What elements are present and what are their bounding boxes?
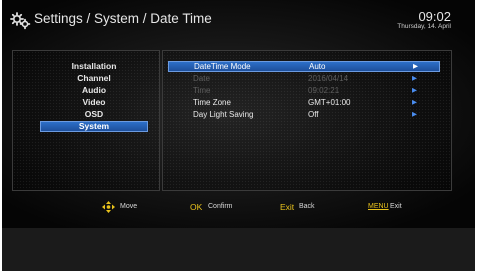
menu-item-system[interactable]: System	[40, 121, 148, 132]
hint-move: Move	[120, 203, 138, 210]
tv-screen: Settings / System / Date Time 09:02 Thur…	[2, 0, 475, 228]
setting-value: Off	[308, 110, 319, 119]
arrow-right-icon: ▶	[412, 87, 417, 94]
setting-value: 09:02:21	[308, 86, 340, 95]
hint-bar: Move OK Confirm Exit Back MENU Exit	[12, 199, 452, 217]
arrow-right-icon: ▶	[413, 63, 418, 70]
setting-label: Day Light Saving	[193, 110, 254, 119]
clock-time: 09:02	[418, 9, 451, 24]
menu-item-video[interactable]: Video	[40, 97, 148, 108]
setting-label: Date	[193, 74, 210, 83]
dpad-icon	[102, 201, 115, 215]
settings-gears-icon	[10, 12, 32, 30]
setting-value: 2016/04/14	[308, 74, 349, 83]
ok-key-label: OK	[190, 202, 203, 212]
setting-value: Auto	[309, 62, 326, 71]
arrow-right-icon: ▶	[412, 111, 417, 118]
clock-date: Thursday, 14. April	[397, 23, 451, 30]
setting-row-datetime-mode[interactable]: DateTime Mode Auto ▶	[168, 61, 440, 72]
setting-label: Time Zone	[193, 98, 231, 107]
menu-item-osd[interactable]: OSD	[40, 109, 148, 120]
setting-row-date: Date 2016/04/14 ▶	[168, 73, 440, 84]
setting-row-time-zone[interactable]: Time Zone GMT+01:00 ▶	[168, 97, 440, 108]
hint-exit: Exit	[390, 203, 402, 210]
setting-row-time: Time 09:02:21 ▶	[168, 85, 440, 96]
menu-item-installation[interactable]: Installation	[40, 61, 148, 72]
letterbox-bar	[2, 228, 475, 271]
setting-value: GMT+01:00	[308, 98, 351, 107]
arrow-right-icon: ▶	[412, 99, 417, 106]
menu-key-label: MENU	[368, 203, 389, 210]
arrow-right-icon: ▶	[412, 75, 417, 82]
menu-item-channel[interactable]: Channel	[40, 73, 148, 84]
hint-back: Back	[299, 203, 315, 210]
menu-item-audio[interactable]: Audio	[40, 85, 148, 96]
hint-confirm: Confirm	[208, 203, 233, 210]
page-title: Settings / System / Date Time	[34, 11, 212, 26]
setting-label: Time	[193, 86, 211, 95]
setting-label: DateTime Mode	[194, 62, 251, 71]
exit-key-label: Exit	[280, 202, 295, 212]
setting-row-day-light-saving[interactable]: Day Light Saving Off ▶	[168, 109, 440, 120]
